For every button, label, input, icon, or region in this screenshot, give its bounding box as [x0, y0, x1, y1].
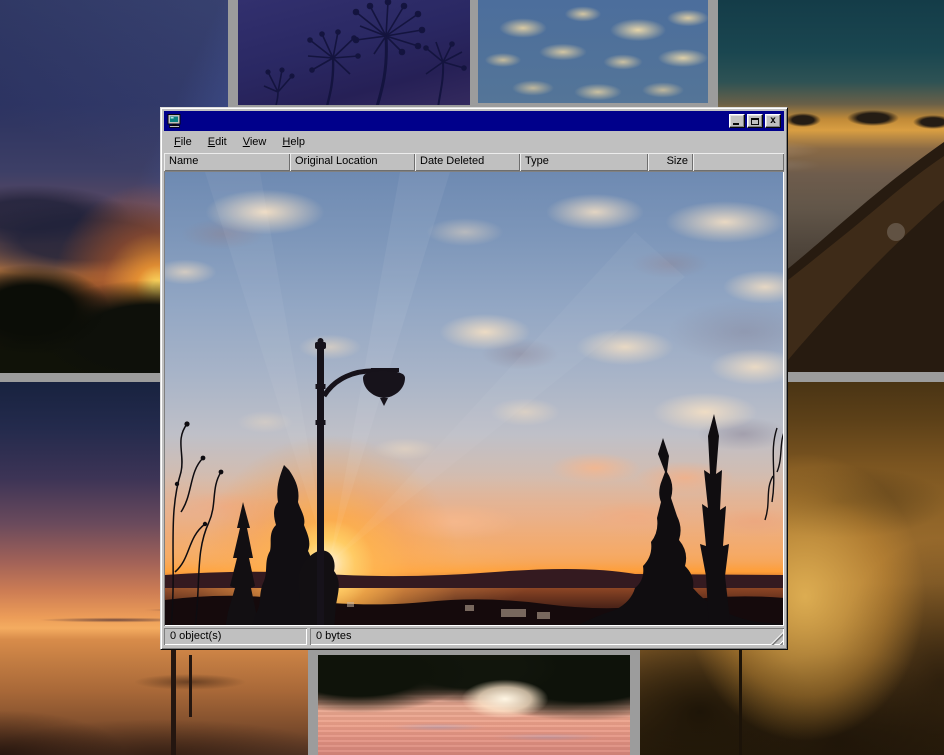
status-byte-count: 0 bytes: [310, 628, 784, 645]
list-view-area[interactable]: [164, 171, 784, 626]
wallpaper-tile-water-reflection: [318, 655, 630, 755]
maximize-icon: [751, 118, 759, 125]
status-bar: 0 object(s) 0 bytes: [164, 628, 784, 646]
status-object-count: 0 object(s): [164, 628, 307, 645]
seed-head-silhouette-graphic: [238, 0, 470, 105]
wallpaper-tile-seed-head-silhouettes: [238, 0, 470, 105]
column-header-name[interactable]: Name: [164, 153, 290, 171]
list-column-headers: Name Original Location Date Deleted Type…: [164, 153, 784, 171]
menu-bar: File Edit View Help: [164, 131, 784, 153]
column-header-filler: [693, 153, 784, 171]
column-header-size[interactable]: Size: [648, 153, 693, 171]
window-controls: x: [729, 114, 781, 128]
column-header-original-location[interactable]: Original Location: [290, 153, 415, 171]
golden-pole-silhouette: [739, 650, 742, 755]
wallpaper-tile-altocumulus-sky: [478, 0, 708, 103]
column-header-type[interactable]: Type: [520, 153, 648, 171]
minimize-button[interactable]: [729, 114, 745, 128]
recycle-bin-window: x File Edit View Help Name Original Loca…: [160, 107, 788, 650]
menu-file[interactable]: File: [166, 134, 200, 150]
maximize-button[interactable]: [747, 114, 763, 128]
lake-pole-silhouette: [171, 648, 176, 755]
menu-edit[interactable]: Edit: [200, 134, 235, 150]
lake-pole-silhouette: [189, 655, 192, 717]
close-button[interactable]: x: [765, 114, 781, 128]
close-icon: x: [770, 116, 776, 126]
menu-help[interactable]: Help: [274, 134, 313, 150]
see-through-sunset-photo: [165, 172, 783, 625]
desktop: { "window": { "title": "", "menu": ["Fil…: [0, 0, 944, 755]
window-titlebar[interactable]: x: [164, 111, 784, 131]
silhouette-layer: [165, 172, 783, 625]
menu-view[interactable]: View: [235, 134, 275, 150]
column-header-date-deleted[interactable]: Date Deleted: [415, 153, 520, 171]
minimize-icon: [733, 123, 739, 125]
computer-icon: [167, 114, 182, 128]
